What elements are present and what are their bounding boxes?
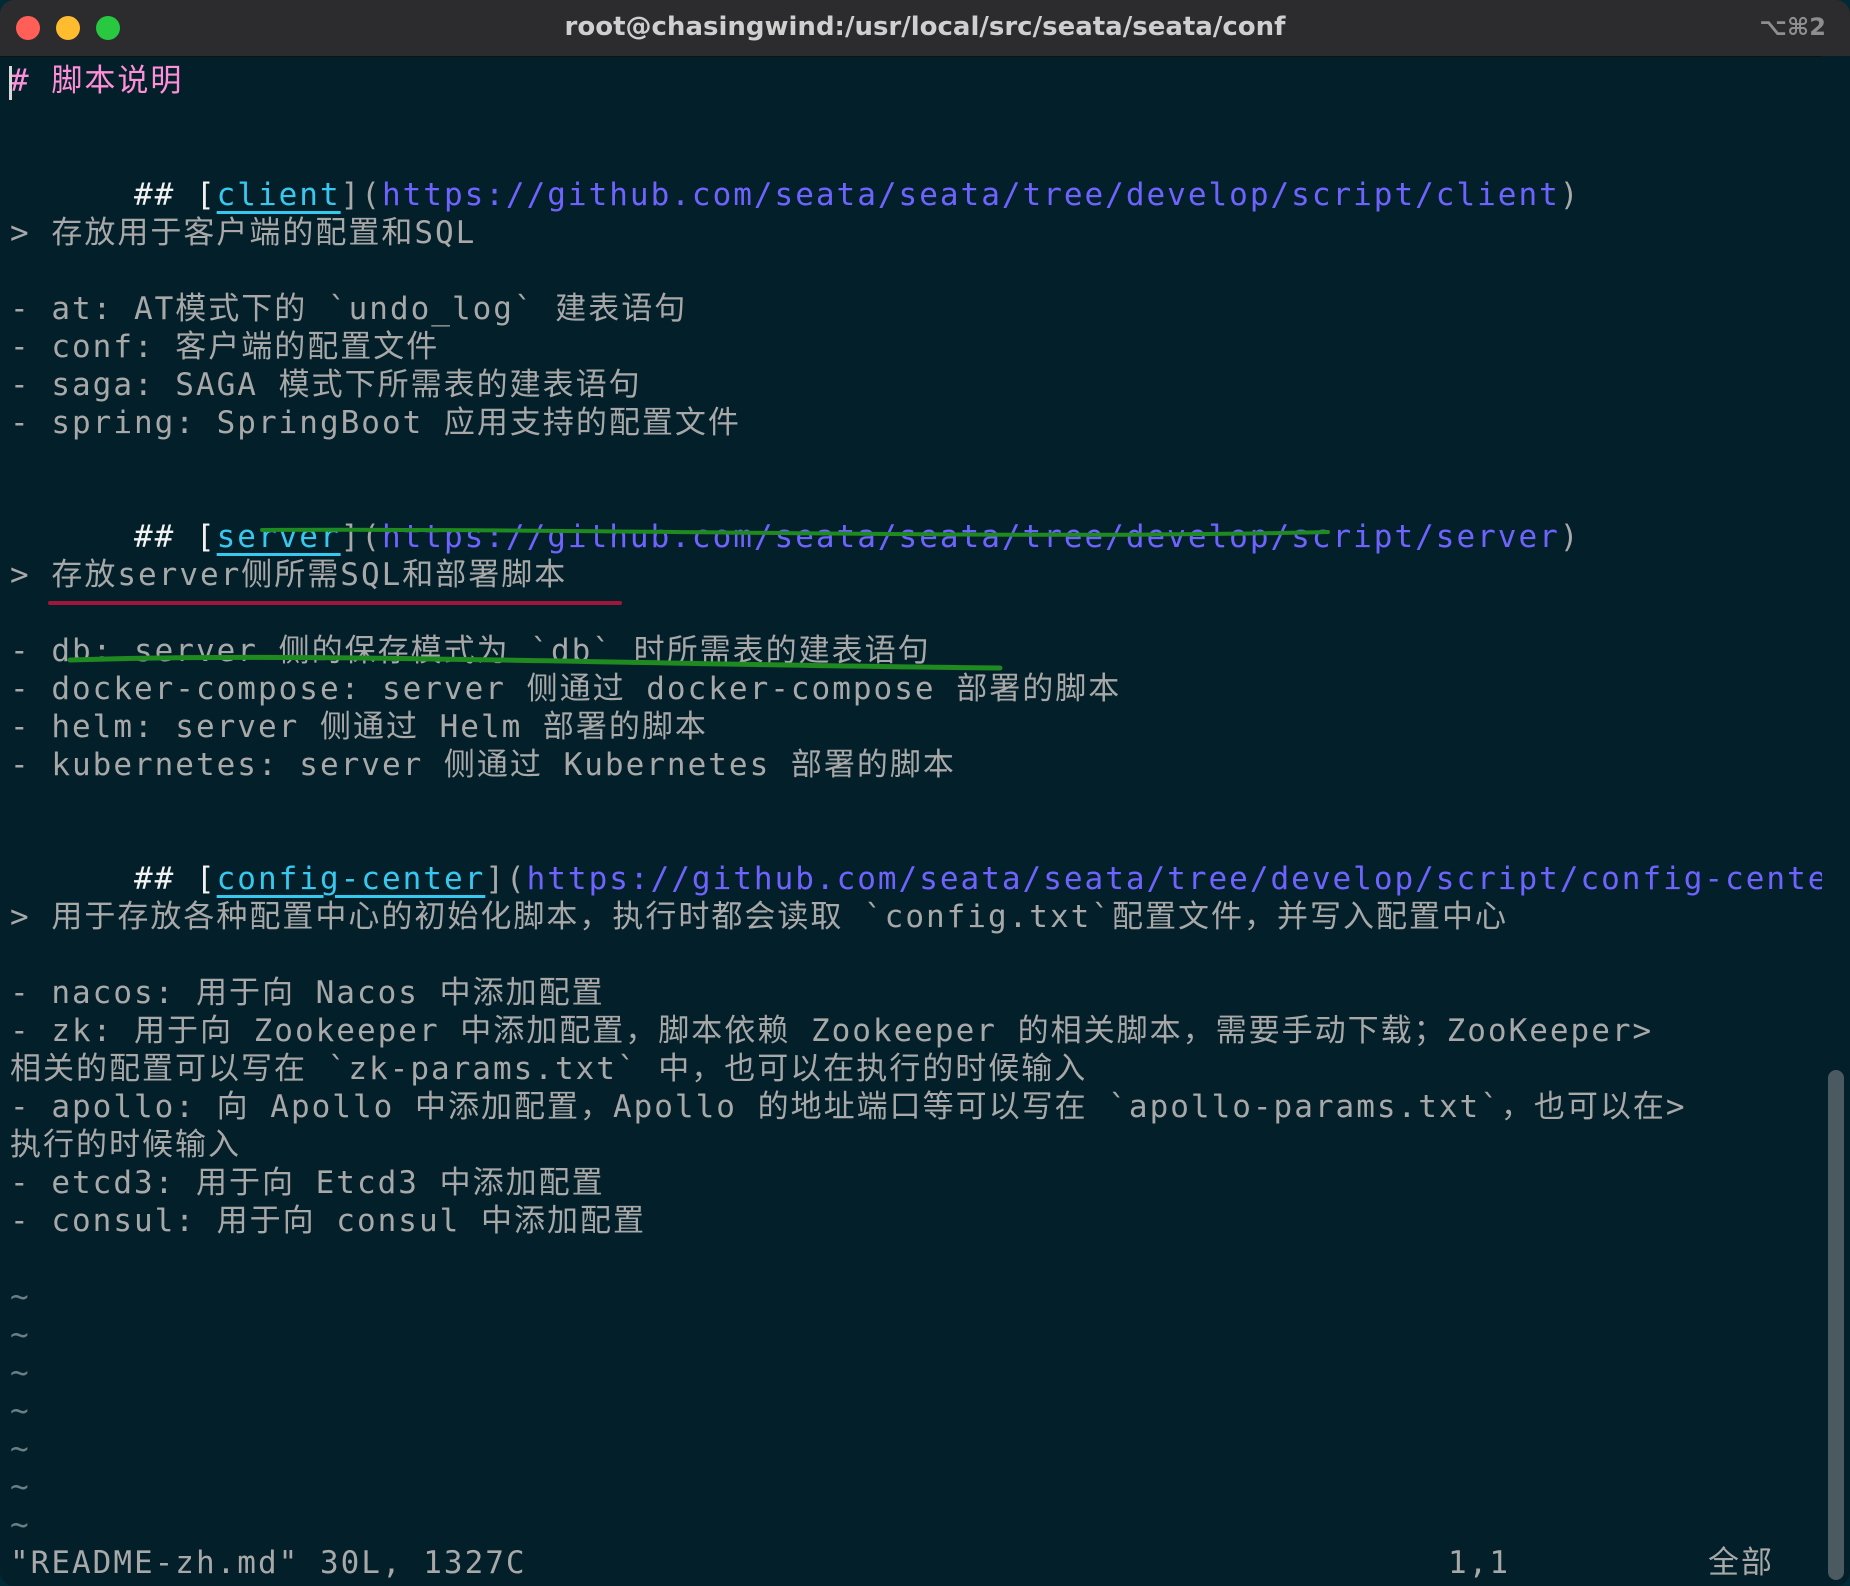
red-underline-server-note [48,600,622,606]
status-line: "README-zh.md" 30L, 1327C 1,1 全部 [0,1540,1820,1586]
scrollbar-thumb[interactable] [1828,1070,1844,1580]
annotation-marks [48,527,1330,671]
green-strike-db-line [67,654,1003,671]
status-scroll-indicator: 全部 [1708,1545,1774,1581]
status-cursor-position: 1,1 [1448,1545,1510,1581]
terminal-window: root@chasingwind:/usr/local/src/seata/se… [0,0,1850,1586]
green-underline-server-url [260,527,1330,537]
status-file-info: "README-zh.md" 30L, 1327C [10,1545,527,1581]
